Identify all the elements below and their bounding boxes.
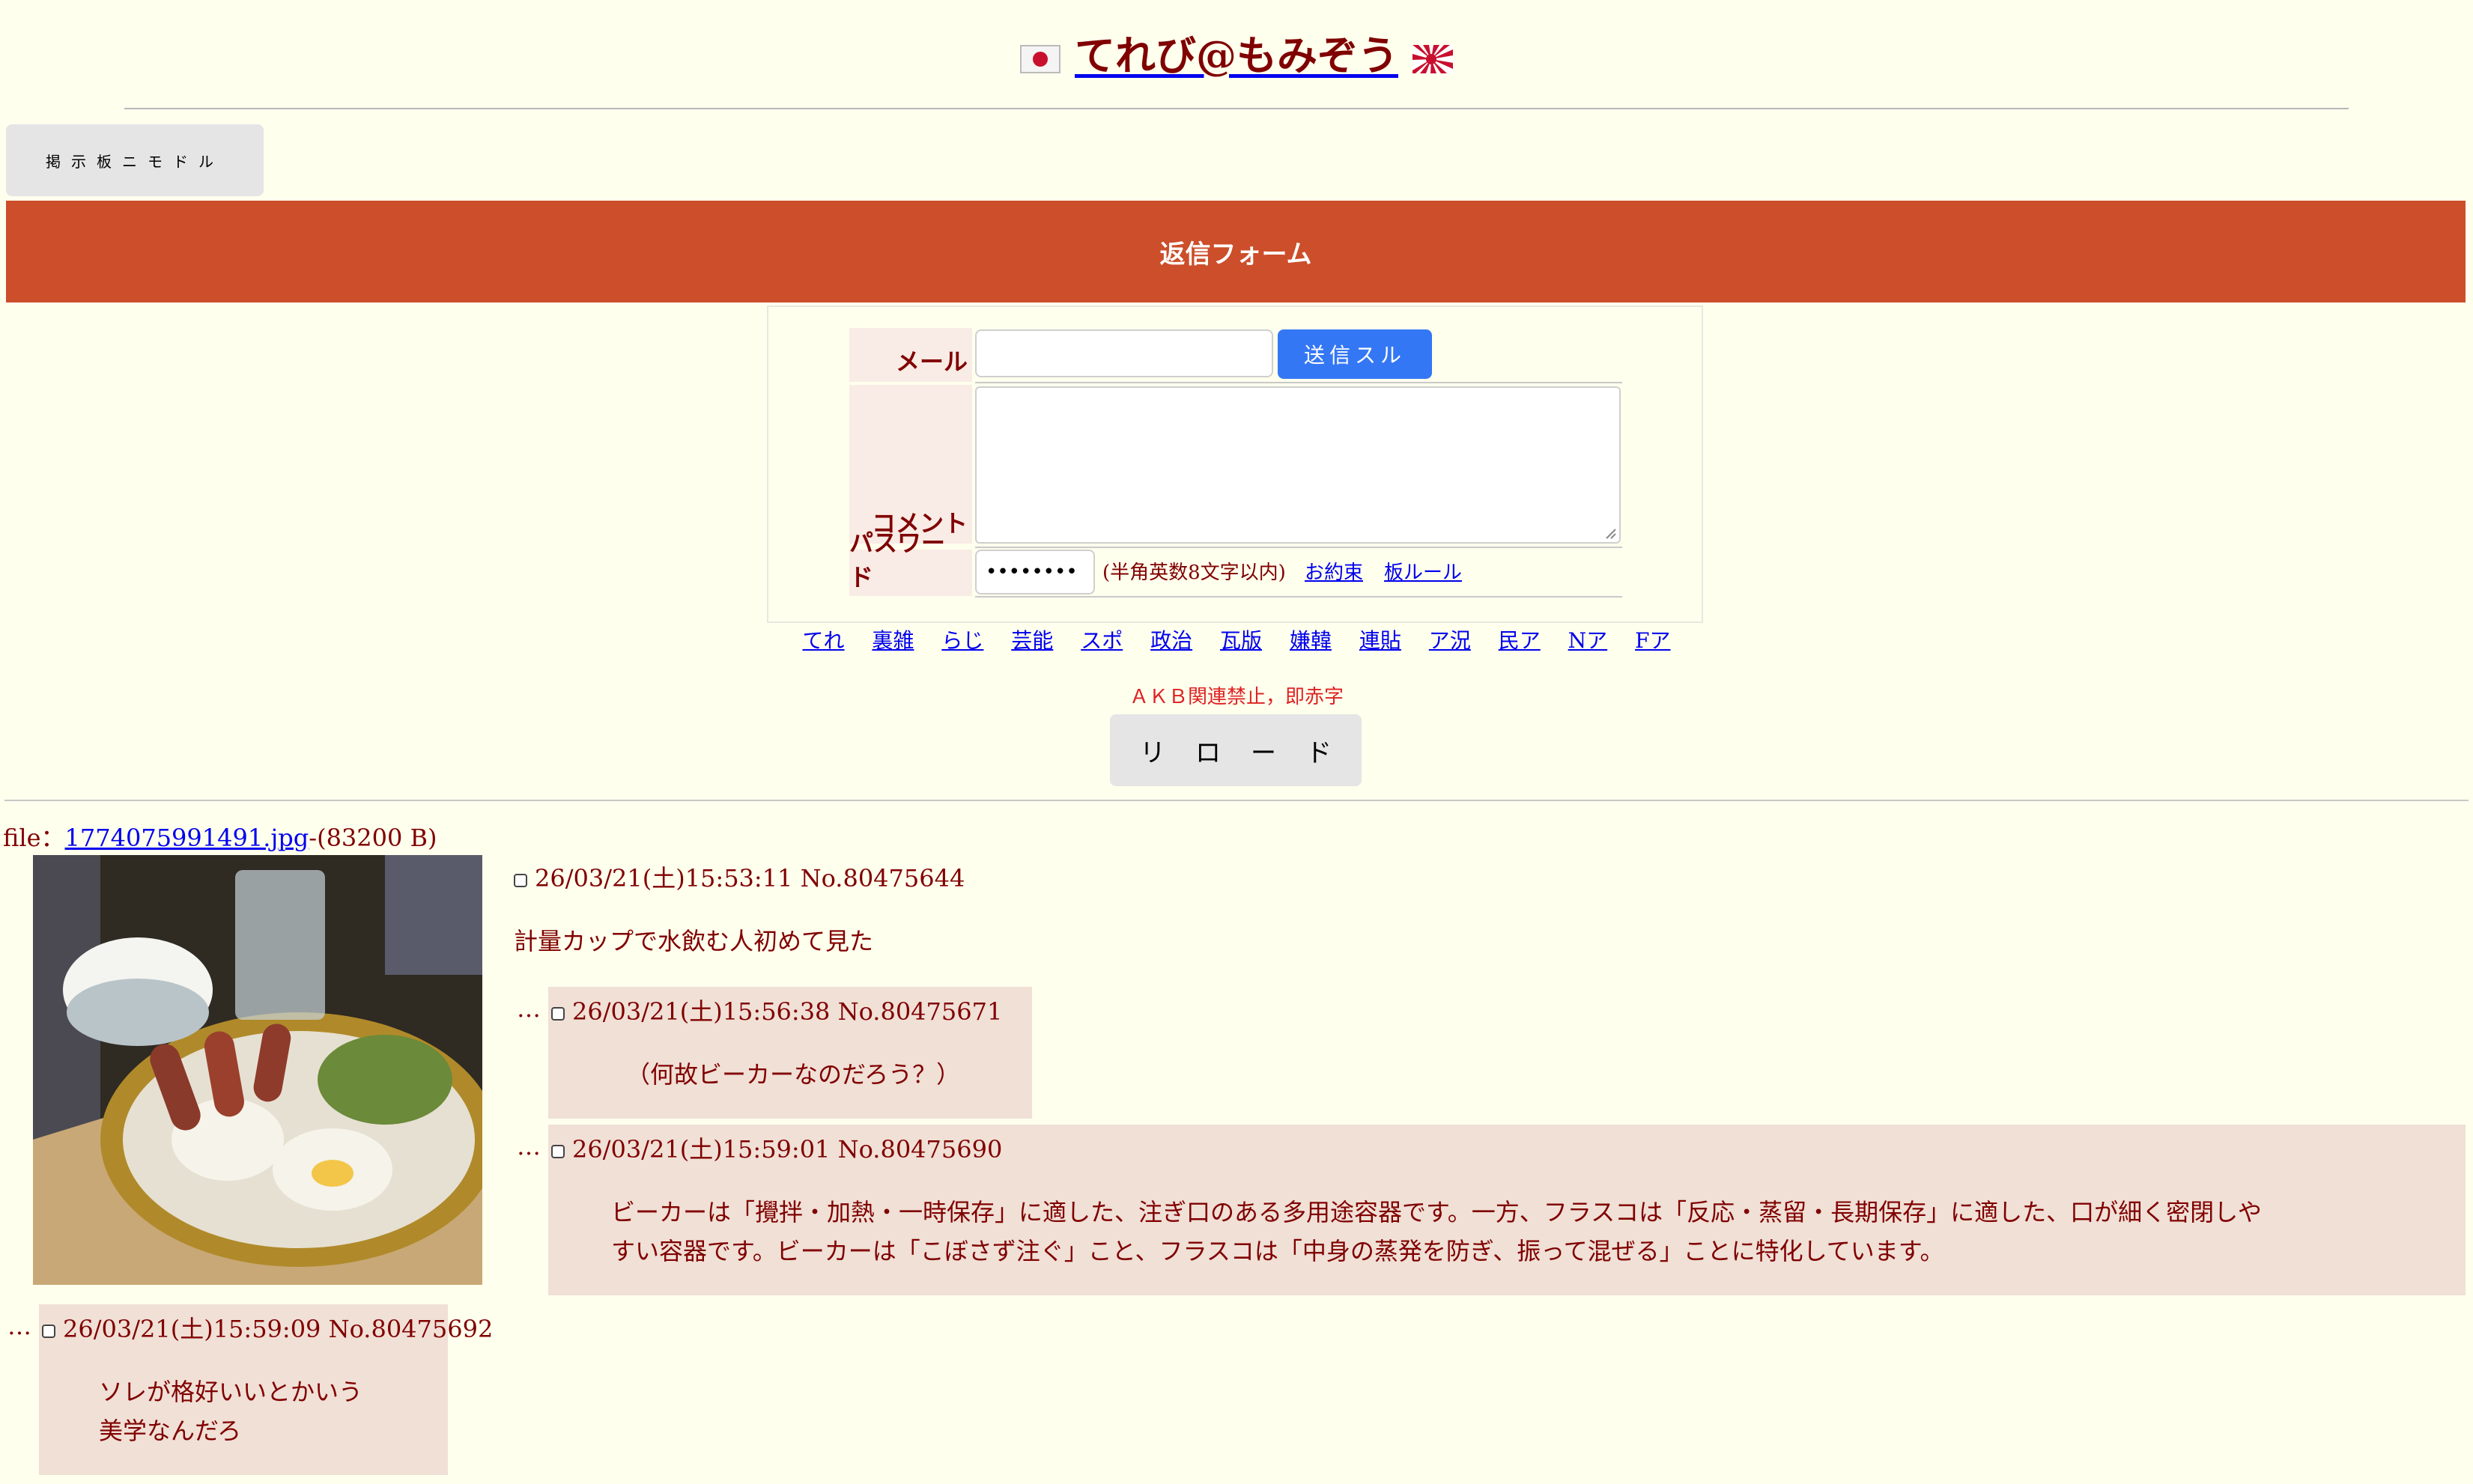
reply-header: 26/03/21(土)15:59:09 No.80475692 (42, 1310, 493, 1345)
mail-label: メール (849, 328, 972, 382)
form-row-divider (975, 382, 1622, 383)
reply-header: 26/03/21(土)15:56:38 No.80475671 (551, 993, 1002, 1027)
japan-flag-icon (1020, 44, 1061, 73)
reply-marker: … (7, 1312, 31, 1340)
comment-label: コメント (849, 385, 972, 544)
reply-marker: … (517, 1132, 541, 1161)
header-divider (124, 108, 2349, 109)
resize-handle-icon[interactable] (1604, 527, 1616, 539)
post-meta: 26/03/21(土)15:59:01 No.80475690 (572, 1135, 1003, 1164)
board-link[interactable]: 芸能 (1011, 628, 1053, 653)
delete-checkbox[interactable] (551, 1144, 565, 1158)
password-note: (半角英数8文字以内) (1102, 562, 1286, 584)
password-input[interactable]: •••••••• (975, 550, 1095, 594)
post-meta: 26/03/21(土)15:56:38 No.80475671 (572, 997, 1003, 1026)
board-link[interactable]: Fア (1635, 628, 1670, 653)
board-rules-link[interactable]: 板ルール (1384, 557, 1462, 585)
board-link[interactable]: 民ア (1499, 628, 1541, 653)
board-link[interactable]: 連貼 (1359, 628, 1401, 653)
op-header: 26/03/21(土)15:53:11 No.80475644 (514, 860, 965, 894)
file-link[interactable]: 1774075991491.jpg (65, 824, 309, 852)
board-link[interactable]: 嫌韓 (1290, 628, 1332, 653)
site-title: てれび@もみぞう (0, 22, 2473, 82)
delete-checkbox[interactable] (551, 1006, 565, 1021)
thread-divider (4, 800, 2469, 801)
board-link[interactable]: 政治 (1150, 628, 1192, 653)
board-link[interactable]: 裏雑 (872, 628, 914, 653)
board-link[interactable]: Nア (1568, 628, 1608, 653)
reply-body-line: ソレが格好いいとかいう (99, 1378, 363, 1406)
post-meta: 26/03/21(土)15:59:09 No.80475692 (63, 1315, 494, 1343)
file-prefix: file： (3, 824, 65, 852)
board-link[interactable]: てれ (803, 628, 845, 653)
delete-checkbox[interactable] (42, 1324, 55, 1338)
file-size: -(83200 B) (309, 824, 437, 852)
reply-marker: … (517, 994, 541, 1023)
back-to-board-button[interactable]: 掲示板ニモドル (6, 124, 264, 196)
rising-sun-flag-icon (1412, 44, 1453, 73)
reply-form-banner: 返信フォーム (6, 201, 2466, 302)
board-link[interactable]: ア況 (1429, 628, 1471, 653)
board-link[interactable]: 瓦版 (1220, 628, 1262, 653)
reply-header: 26/03/21(土)15:59:01 No.80475690 (551, 1131, 1002, 1165)
password-label: パスワード (849, 529, 972, 596)
reload-button[interactable]: リロード (1110, 714, 1362, 786)
file-info: file：1774075991491.jpg-(83200 B) (3, 819, 437, 854)
board-links: てれ 裏雑 らじ 芸能 スポ 政治 瓦版 嫌韓 連貼 ア況 民ア Nア Fア (0, 624, 2473, 654)
reply-body-line: すい容器です。ビーカーは「こぼさず注ぐ」こと、フラスコは「中身の蒸発を防ぎ、振っ… (611, 1237, 1944, 1265)
board-notice: ＡＫＢ関連禁止，即赤字 (1129, 686, 1344, 708)
form-row-divider (975, 547, 1622, 548)
op-body: 計量カップで水飲む人初めて見た (514, 927, 874, 955)
board-link[interactable]: スポ (1081, 628, 1123, 653)
comment-textarea[interactable] (975, 386, 1621, 544)
send-button[interactable]: 送信スル (1278, 329, 1432, 379)
reply-body-line: 美学なんだろ (99, 1417, 242, 1445)
delete-checkbox[interactable] (514, 873, 527, 887)
site-title-link[interactable]: てれび@もみぞう (1075, 31, 1398, 79)
rules-link[interactable]: お約束 (1305, 557, 1363, 585)
board-link[interactable]: らじ (941, 628, 983, 653)
reply-body-line: ビーカーは「攪拌・加熱・一時保存」に適した、注ぎ口のある多用途容器です。一方、フ… (611, 1198, 2262, 1226)
food-photo-icon (33, 855, 482, 1285)
mail-input[interactable] (975, 329, 1273, 377)
reply-body: （何故ビーカーなのだろう？） (626, 1060, 961, 1089)
post-meta: 26/03/21(土)15:53:11 No.80475644 (535, 864, 965, 892)
form-row-divider (975, 596, 1622, 597)
thread-image[interactable] (33, 855, 482, 1285)
